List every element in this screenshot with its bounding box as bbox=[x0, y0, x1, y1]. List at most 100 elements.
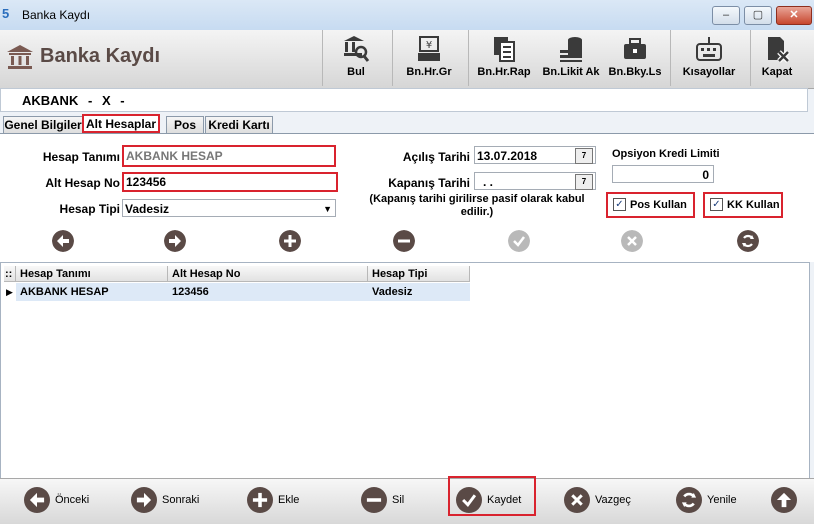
row-indicator-icon: ▶ bbox=[6, 287, 13, 297]
kapat-label: Kapat bbox=[761, 66, 793, 78]
arrow-right-icon bbox=[131, 487, 157, 513]
bn-hr-rap-label: Bn.Hr.Rap bbox=[477, 66, 531, 78]
column-header-hesap-tipi[interactable]: Hesap Tipi bbox=[368, 266, 470, 282]
kapanis-note: (Kapanış tarihi girilirse pasif olarak k… bbox=[369, 193, 585, 218]
report-icon bbox=[494, 37, 515, 62]
hesap-tipi-label: Hesap Tipi bbox=[59, 202, 120, 216]
kapat-button[interactable]: Kapat bbox=[750, 30, 803, 86]
pos-kullan-checkbox[interactable]: ✓ Pos Kullan bbox=[613, 198, 687, 211]
hesap-tanimi-input[interactable]: AKBANK HESAP bbox=[122, 145, 336, 167]
window-title: Banka Kaydı bbox=[22, 8, 91, 22]
tab-alt-hesaplar[interactable]: Alt Hesaplar bbox=[82, 114, 160, 133]
maximize-button[interactable]: ▢ bbox=[744, 6, 772, 25]
money-register-icon: ¥ bbox=[418, 36, 440, 61]
column-header-alt-hesap-no[interactable]: Alt Hesap No bbox=[168, 266, 368, 282]
alt-hesap-no-label: Alt Hesap No bbox=[45, 176, 120, 190]
bul-label: Bul bbox=[347, 66, 365, 78]
minimize-button[interactable]: – bbox=[712, 6, 740, 25]
record-title: AKBANK - X - bbox=[22, 93, 125, 108]
record-separator: - bbox=[87, 93, 93, 108]
hesap-tanimi-label: Hesap Tanımı bbox=[42, 150, 120, 164]
kapanis-tarihi-value: . . bbox=[483, 175, 494, 189]
alt-hesap-no-input[interactable]: 123456 bbox=[122, 172, 338, 192]
plus-icon bbox=[247, 487, 273, 513]
sonraki-label: Sonraki bbox=[162, 494, 200, 506]
checkmark-icon: ✓ bbox=[613, 198, 626, 211]
minus-icon bbox=[361, 487, 387, 513]
coins-icon bbox=[560, 37, 582, 62]
refresh-icon bbox=[676, 487, 702, 513]
refresh-icon[interactable] bbox=[737, 230, 759, 252]
ekle-label: Ekle bbox=[278, 494, 300, 506]
acilis-tarihi-input[interactable]: 13.07.2018 7 bbox=[474, 146, 596, 164]
bank-logo-icon bbox=[7, 45, 33, 69]
acilis-tarihi-label: Açılış Tarihi bbox=[402, 150, 470, 164]
checkmark-icon: ✓ bbox=[710, 198, 723, 211]
app-header: Banka Kaydı Bul ¥ Bn.Hr.Gr Bn.Hr.Rap Bn.… bbox=[0, 30, 814, 89]
x-icon bbox=[564, 487, 590, 513]
calendar-icon[interactable]: 7 bbox=[575, 148, 593, 164]
check-icon bbox=[508, 230, 530, 252]
acilis-tarihi-value: 13.07.2018 bbox=[477, 149, 538, 163]
sil-label: Sil bbox=[392, 494, 405, 506]
tab-kredi-karti[interactable]: Kredi Kartı bbox=[205, 116, 273, 134]
app-icon: 5 bbox=[2, 6, 10, 21]
chevron-down-icon: ▼ bbox=[323, 204, 332, 214]
bn-hr-gr-label: Bn.Hr.Gr bbox=[406, 66, 452, 78]
grid-corner-handle[interactable]: :: bbox=[4, 266, 16, 282]
table-row[interactable]: 123456 bbox=[168, 283, 368, 301]
table-row[interactable]: Vadesiz bbox=[368, 283, 470, 301]
keyboard-icon bbox=[696, 37, 722, 61]
opsiyon-kredi-label: Opsiyon Kredi Limiti bbox=[612, 148, 720, 160]
svg-text:¥: ¥ bbox=[426, 40, 432, 51]
kaydet-label: Kaydet bbox=[487, 494, 522, 506]
scroll-top-button[interactable] bbox=[771, 486, 802, 514]
bn-bky-ls-label: Bn.Bky.Ls bbox=[608, 66, 662, 78]
vazgec-button[interactable]: Vazgeç bbox=[564, 486, 631, 514]
bn-hr-rap-button[interactable]: Bn.Hr.Rap bbox=[468, 30, 539, 86]
kapanis-tarihi-label: Kapanış Tarihi bbox=[388, 176, 470, 190]
ekle-button[interactable]: Ekle bbox=[247, 486, 299, 514]
close-doc-icon bbox=[768, 37, 790, 63]
arrow-left-icon[interactable] bbox=[52, 230, 74, 252]
kisayollar-button[interactable]: Kısayollar bbox=[670, 30, 747, 86]
onceki-label: Önceki bbox=[55, 494, 90, 506]
bn-hr-gr-button[interactable]: ¥ Bn.Hr.Gr bbox=[392, 30, 465, 86]
kaydet-button[interactable]: Kaydet bbox=[456, 486, 521, 514]
tab-pos[interactable]: Pos bbox=[166, 116, 204, 134]
yenile-button[interactable]: Yenile bbox=[676, 486, 737, 514]
sonraki-button[interactable]: Sonraki bbox=[131, 486, 199, 514]
pos-kullan-label: Pos Kullan bbox=[630, 198, 687, 211]
search-bank-icon bbox=[344, 36, 370, 62]
kisayollar-label: Kısayollar bbox=[682, 66, 736, 78]
bn-likit-ak-label: Bn.Likit Ak bbox=[542, 66, 600, 78]
hesap-tipi-value: Vadesiz bbox=[125, 202, 170, 216]
kk-kullan-checkbox[interactable]: ✓ KK Kullan bbox=[710, 198, 780, 211]
check-icon bbox=[456, 487, 482, 513]
onceki-button[interactable]: Önceki bbox=[24, 486, 89, 514]
hesap-tipi-select[interactable]: Vadesiz ▼ bbox=[122, 199, 336, 217]
arrow-right-icon[interactable] bbox=[164, 230, 186, 252]
bn-bky-ls-button[interactable]: Bn.Bky.Ls bbox=[604, 30, 666, 86]
sil-button[interactable]: Sil bbox=[361, 486, 404, 514]
column-header-hesap-tanimi[interactable]: Hesap Tanımı bbox=[16, 266, 168, 282]
close-window-button[interactable]: ✕ bbox=[776, 6, 812, 25]
table-row[interactable]: AKBANK HESAP bbox=[16, 283, 168, 301]
record-name: AKBANK bbox=[22, 93, 79, 108]
bul-button[interactable]: Bul bbox=[322, 30, 389, 86]
arrow-left-icon bbox=[24, 487, 50, 513]
vazgec-label: Vazgeç bbox=[595, 494, 631, 506]
x-icon bbox=[621, 230, 643, 252]
arrow-up-icon bbox=[771, 487, 797, 513]
opsiyon-kredi-input[interactable]: 0 bbox=[612, 165, 714, 183]
record-separator: - bbox=[120, 93, 125, 108]
kapanis-tarihi-input[interactable]: . . 7 bbox=[474, 172, 596, 190]
minus-icon[interactable] bbox=[393, 230, 415, 252]
yenile-label: Yenile bbox=[707, 494, 737, 506]
calendar-icon[interactable]: 7 bbox=[575, 174, 593, 190]
tab-genel-bilgiler[interactable]: Genel Bilgiler bbox=[3, 116, 83, 134]
plus-icon[interactable] bbox=[279, 230, 301, 252]
bn-likit-ak-button[interactable]: Bn.Likit Ak bbox=[538, 30, 604, 86]
page-title: Banka Kaydı bbox=[40, 45, 161, 67]
kk-kullan-label: KK Kullan bbox=[727, 198, 780, 211]
